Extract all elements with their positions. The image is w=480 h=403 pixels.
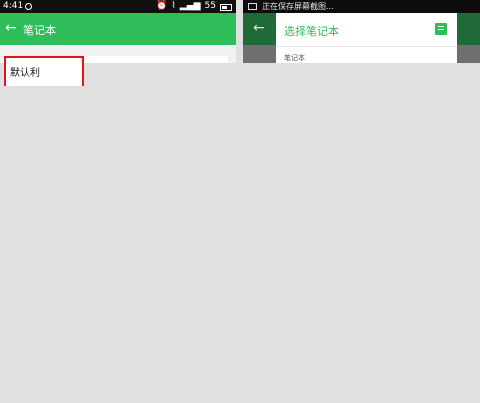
- signal-icon: ▂▄▆: [179, 1, 201, 11]
- wifi-icon: ⌇: [171, 1, 176, 11]
- status-bar: 正在保存屏幕截图...: [243, 0, 480, 13]
- battery-icon: [220, 4, 232, 11]
- status-time: 4:41: [3, 1, 24, 11]
- divider: [276, 46, 457, 47]
- right-screen: 正在保存屏幕截图... ← 选择笔记本 笔记本: [243, 0, 480, 403]
- notebook-item-default[interactable]: 默认利: [4, 56, 84, 86]
- app-bar: ← 笔记本: [0, 13, 236, 45]
- signal-strength-text: 55: [204, 1, 216, 11]
- status-bar: 4:41 ⏰ ⌇ ▂▄▆ 55: [0, 0, 236, 13]
- section-label: 笔记本: [284, 54, 305, 62]
- back-arrow-icon: ←: [253, 20, 265, 36]
- notebook-label: 默认利: [8, 64, 42, 79]
- dialog-title: 选择笔记本: [284, 25, 339, 38]
- left-screen: 4:41 ⏰ ⌇ ▂▄▆ 55 ← 笔记本 默认利: [0, 0, 236, 403]
- back-arrow-icon[interactable]: ←: [5, 20, 17, 36]
- select-notebook-dialog: 选择笔记本 笔记本: [276, 13, 457, 63]
- status-icons: ⏰ ⌇ ▂▄▆ 55: [156, 0, 232, 13]
- status-text: 正在保存屏幕截图...: [262, 2, 334, 11]
- page-title: 笔记本: [23, 24, 56, 37]
- screenshot-icon: [248, 3, 257, 10]
- notebook-icon[interactable]: [435, 23, 447, 35]
- alarm-icon: ⏰: [156, 1, 168, 11]
- notification-icon: [25, 3, 32, 10]
